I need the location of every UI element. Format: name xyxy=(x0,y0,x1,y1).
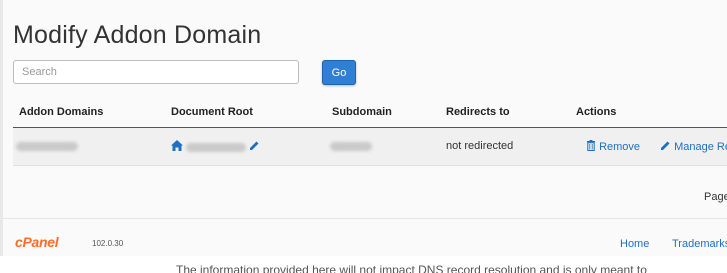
footer-link-home[interactable]: Home xyxy=(620,238,649,250)
footer-link-trademarks[interactable]: Trademarks xyxy=(672,238,727,250)
redacted-addon-domain xyxy=(16,141,78,151)
column-header-subdomain[interactable]: Subdomain xyxy=(332,106,392,118)
pencil-icon xyxy=(660,140,671,154)
column-header-actions: Actions xyxy=(576,106,617,118)
trash-icon xyxy=(586,140,596,154)
table-header: Addon Domains Document Root Subdomain Re… xyxy=(13,100,727,128)
remove-label: Remove xyxy=(599,140,641,153)
redacted-subdomain xyxy=(330,141,372,151)
notice-text: The information provided here will not i… xyxy=(176,263,647,273)
document-root-cell[interactable] xyxy=(171,140,260,154)
pagination-label: Page xyxy=(704,191,727,203)
subdomain-cell xyxy=(330,140,372,152)
table-row: not redirected Remove Manage Re xyxy=(13,128,727,166)
redacted-document-root xyxy=(186,142,247,152)
cpanel-logo[interactable]: cPanel xyxy=(15,234,59,250)
version-label: 102.0.30 xyxy=(92,239,124,248)
column-header-document-root[interactable]: Document Root xyxy=(171,106,253,118)
addon-domains-table: Addon Domains Document Root Subdomain Re… xyxy=(13,100,727,166)
go-button[interactable]: Go xyxy=(322,60,356,85)
left-rail xyxy=(0,0,3,273)
page: Modify Addon Domain Go Addon Domains Doc… xyxy=(0,0,727,273)
pencil-icon[interactable] xyxy=(249,140,260,154)
footer-divider xyxy=(3,218,727,219)
column-header-redirects-to[interactable]: Redirects to xyxy=(446,106,510,118)
addon-domain-cell xyxy=(16,140,78,152)
search-input[interactable] xyxy=(13,60,299,84)
remove-action[interactable]: Remove xyxy=(586,140,640,154)
home-icon xyxy=(171,140,183,154)
manage-redirection-label: Manage Re xyxy=(674,140,727,153)
column-header-addon-domains[interactable]: Addon Domains xyxy=(19,106,103,118)
page-title: Modify Addon Domain xyxy=(13,21,262,49)
manage-redirection-action[interactable]: Manage Re xyxy=(660,140,727,154)
redirects-to-cell: not redirected xyxy=(446,140,514,152)
